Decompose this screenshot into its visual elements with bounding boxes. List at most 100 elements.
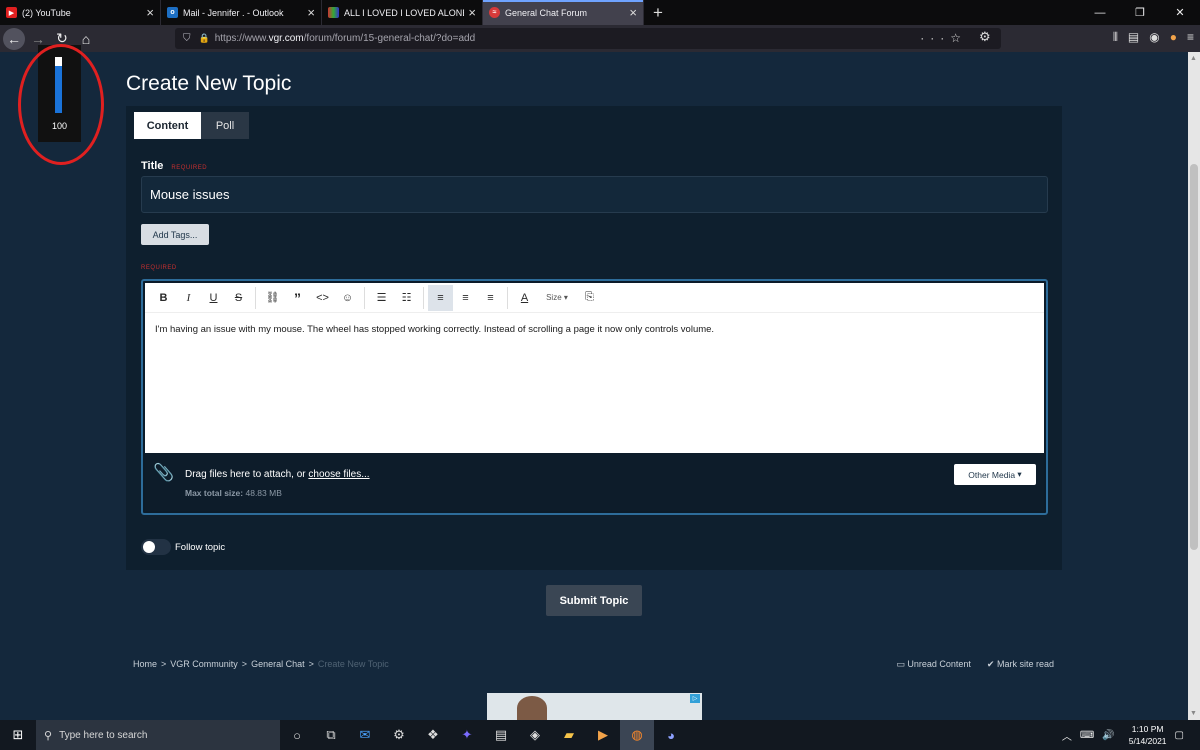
follow-topic-toggle[interactable] xyxy=(141,539,171,555)
attachment-area[interactable]: 📎 Drag files here to attach, or choose f… xyxy=(145,453,1044,511)
editor-toolbar: B I U S ⛓ ” <> ☺ ☰ ☷ ≡ ≡ ≡ A Size ▾ ⎘ xyxy=(145,283,1044,313)
tab-content[interactable]: Content xyxy=(134,112,201,139)
app2-icon[interactable]: ✦ xyxy=(450,720,484,750)
tab-video[interactable]: ALL I LOVED I LOVED ALONE E: × xyxy=(322,0,483,25)
app3-icon[interactable]: ◈ xyxy=(518,720,552,750)
tab-outlook[interactable]: o Mail - Jennifer . - Outlook × xyxy=(161,0,322,25)
menu-icon[interactable]: ≡ xyxy=(1187,30,1194,45)
mark-site-read-link[interactable]: ✔ Mark site read xyxy=(987,659,1054,670)
address-bar[interactable]: ⛉ 🔒 https://www. vgr.com/forum/forum/15-g… xyxy=(175,28,1001,49)
notepad-icon[interactable]: ▤ xyxy=(484,720,518,750)
advertisement-banner[interactable]: ▷ xyxy=(487,693,702,720)
align-right-icon[interactable]: ≡ xyxy=(478,285,503,311)
scrollbar-thumb[interactable] xyxy=(1190,164,1198,550)
font-size-dropdown[interactable]: Size ▾ xyxy=(537,293,577,302)
notifications-icon[interactable]: ▢ xyxy=(1175,730,1184,741)
bold-icon[interactable]: B xyxy=(151,285,176,311)
drag-prefix: Drag files here to attach, or xyxy=(185,469,309,480)
close-tab-icon[interactable]: × xyxy=(468,5,476,20)
close-window-icon[interactable]: ✕ xyxy=(1160,0,1200,25)
steam-icon[interactable]: ⚙ xyxy=(382,720,416,750)
align-left-icon[interactable]: ≡ xyxy=(428,284,453,311)
extension-icon[interactable]: ● xyxy=(1170,30,1177,45)
title-label-text: Title xyxy=(141,160,164,172)
tab-general-chat[interactable]: ≈ General Chat Forum × xyxy=(483,0,644,25)
forum-icon: ≈ xyxy=(489,7,500,18)
toolbar-icons: ⫴ ▤ ◉ ● ≡ xyxy=(1113,30,1194,45)
lock-icon[interactable]: 🔒 xyxy=(199,33,210,44)
follow-topic-label: Follow topic xyxy=(175,542,226,553)
add-tags-button[interactable]: Add Tags... xyxy=(141,224,209,245)
submit-topic-button[interactable]: Submit Topic xyxy=(546,585,642,616)
shield-icon[interactable]: ⛉ xyxy=(183,33,191,44)
editor-body[interactable]: I'm having an issue with my mouse. The w… xyxy=(145,313,1044,453)
italic-icon[interactable]: I xyxy=(176,285,201,311)
network-icon[interactable]: ⌨ xyxy=(1080,730,1094,741)
outlook-icon: o xyxy=(167,7,178,18)
code-icon[interactable]: <> xyxy=(310,285,335,311)
text-color-icon[interactable]: A xyxy=(512,285,537,311)
scroll-up-icon[interactable]: ▲ xyxy=(1190,55,1197,62)
close-tab-icon[interactable]: × xyxy=(146,5,154,20)
preview-icon[interactable]: ⎘ xyxy=(577,285,602,311)
tab-title: Mail - Jennifer . - Outlook xyxy=(183,7,284,18)
sidebar-icon[interactable]: ▤ xyxy=(1128,30,1139,45)
quote-icon[interactable]: ” xyxy=(285,285,310,311)
breadcrumb-separator: > xyxy=(161,659,167,669)
tab-youtube[interactable]: ▶ (2) YouTube × xyxy=(0,0,161,25)
app-icon[interactable]: ❖ xyxy=(416,720,450,750)
breadcrumb-general-chat[interactable]: General Chat xyxy=(251,659,305,669)
close-tab-icon[interactable]: × xyxy=(307,5,315,20)
task-view-icon[interactable]: ⧉ xyxy=(314,720,348,750)
taskbar-search[interactable]: ⚲ Type here to search xyxy=(36,720,280,750)
new-tab-button[interactable]: + xyxy=(644,0,672,25)
choose-files-link[interactable]: choose files... xyxy=(308,469,369,480)
bulleted-list-icon[interactable]: ☰ xyxy=(369,285,394,311)
cortana-icon[interactable]: ○ xyxy=(280,720,314,750)
media-player-icon[interactable]: ▶ xyxy=(586,720,620,750)
adchoices-icon[interactable]: ▷ xyxy=(690,694,700,703)
search-placeholder: Type here to search xyxy=(59,729,148,741)
breadcrumb-home[interactable]: Home xyxy=(133,659,157,669)
underline-icon[interactable]: U xyxy=(201,285,226,311)
emoji-icon[interactable]: ☺ xyxy=(335,285,360,311)
numbered-list-icon[interactable]: ☷ xyxy=(394,285,419,311)
title-input[interactable] xyxy=(141,176,1048,213)
required-tag: REQUIRED xyxy=(171,165,208,171)
url-host: vgr.com xyxy=(268,33,304,44)
back-icon[interactable]: ← xyxy=(3,27,25,50)
align-center-icon[interactable]: ≡ xyxy=(453,285,478,311)
page-scrollbar[interactable]: ▲ ▼ xyxy=(1188,52,1200,720)
speaker-icon[interactable]: 🔊 xyxy=(1102,730,1114,741)
extension-gear-icon[interactable]: ⚙ xyxy=(979,29,991,45)
annotation-circle xyxy=(18,44,104,165)
video-icon xyxy=(328,7,339,18)
discord-icon[interactable]: ◕ xyxy=(654,720,688,750)
other-media-label: Other Media xyxy=(968,469,1016,480)
strikethrough-icon[interactable]: S xyxy=(226,285,251,311)
breadcrumb-current: Create New Topic xyxy=(317,659,389,669)
toolbar-divider xyxy=(507,286,508,309)
footer-links: ▭ Unread Content ✔ Mark site read xyxy=(896,659,1054,670)
windows-start-icon[interactable]: ⊞ xyxy=(0,720,36,750)
file-explorer-icon[interactable]: ▰ xyxy=(552,720,586,750)
other-media-button[interactable]: Other Media ▾ xyxy=(954,464,1036,485)
window-controls: — ❐ ✕ xyxy=(1080,0,1200,25)
paperclip-icon: 📎 xyxy=(153,463,175,482)
clock[interactable]: 1:10 PM 5/14/2021 xyxy=(1129,723,1167,747)
breadcrumb-community[interactable]: VGR Community xyxy=(170,659,238,669)
restore-icon[interactable]: ❐ xyxy=(1120,0,1160,25)
library-icon[interactable]: ⫴ xyxy=(1113,30,1118,45)
tab-poll[interactable]: Poll xyxy=(201,112,249,139)
minimize-icon[interactable]: — xyxy=(1080,0,1120,25)
show-hidden-icons-icon[interactable]: ︿ xyxy=(1062,728,1072,743)
link-icon[interactable]: ⛓ xyxy=(260,285,285,311)
outlook-app-icon[interactable]: ✉ xyxy=(348,720,382,750)
firefox-icon[interactable]: ◍ xyxy=(620,720,654,750)
unread-content-link[interactable]: ▭ Unread Content xyxy=(896,659,971,670)
unread-label: Unread Content xyxy=(907,659,971,669)
account-icon[interactable]: ◉ xyxy=(1149,30,1159,45)
close-tab-icon[interactable]: × xyxy=(629,5,637,20)
scroll-down-icon[interactable]: ▼ xyxy=(1190,710,1197,717)
page-actions-icon[interactable]: ···☆ xyxy=(920,31,967,45)
